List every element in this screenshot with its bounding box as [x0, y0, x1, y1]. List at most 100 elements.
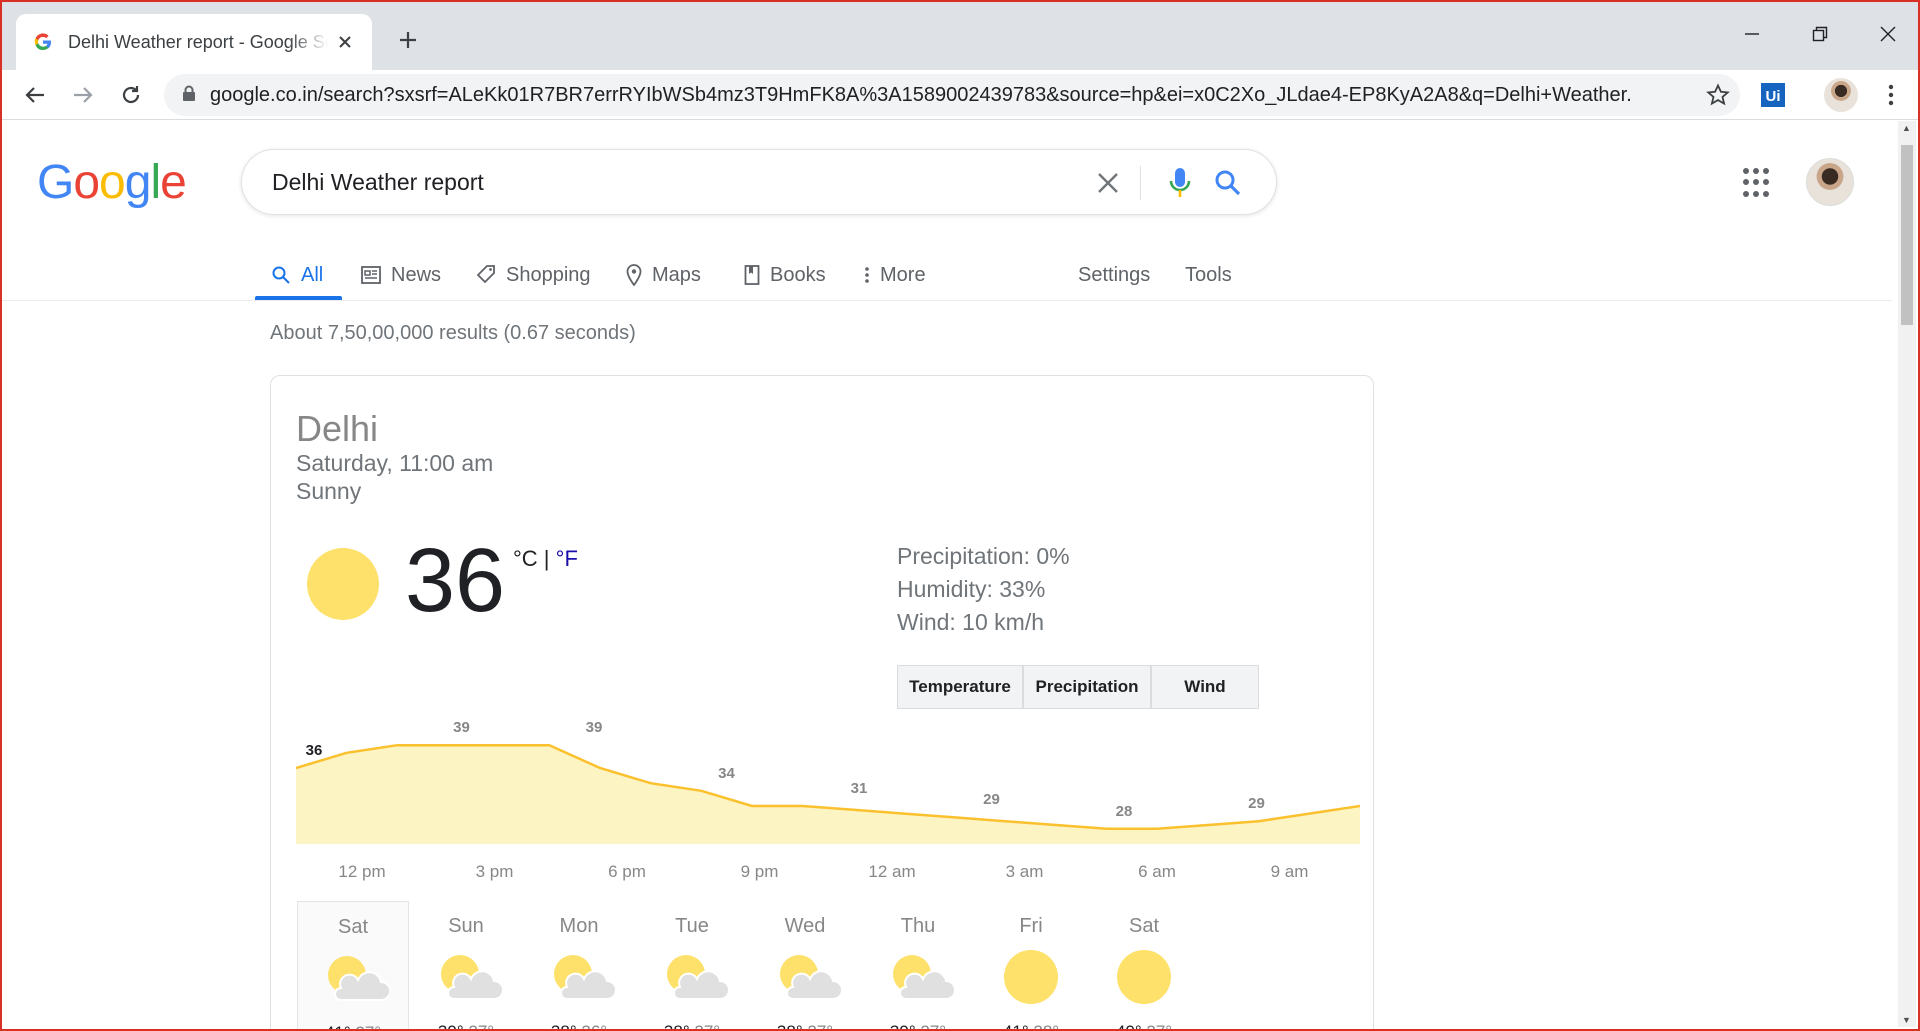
browser-tab[interactable]: Delhi Weather report - Google Search: [16, 14, 372, 70]
wind-button[interactable]: Wind: [1151, 665, 1259, 709]
temperature-label: 39: [585, 719, 603, 737]
forecast-temps: 38° 27°: [636, 1022, 748, 1031]
forecast-low: 28°: [1033, 1022, 1059, 1031]
celsius-unit[interactable]: °C: [513, 546, 538, 571]
back-button[interactable]: [16, 76, 54, 114]
forecast-low: 27°: [920, 1022, 946, 1031]
scrollbar-thumb[interactable]: [1901, 145, 1913, 325]
browser-toolbar: google.co.in/search?sxsrf=ALeKk01R7BR7er…: [2, 70, 1918, 120]
forecast-day[interactable]: Sun 39° 27°: [410, 901, 522, 1031]
forecast-icon: [298, 943, 408, 1013]
forecast-day-name: Sat: [1128, 915, 1160, 937]
hour-label: 12 am: [868, 862, 916, 881]
forecast-icon: [636, 942, 748, 1012]
header-divider: [2, 300, 1892, 301]
forward-button[interactable]: [64, 76, 102, 114]
forecast-high: 38°: [551, 1022, 577, 1031]
temperature-button[interactable]: Temperature: [897, 665, 1023, 709]
forecast-temps: 38° 27°: [749, 1022, 861, 1031]
fahrenheit-unit[interactable]: °F: [556, 546, 578, 571]
browser-tab-strip: Delhi Weather report - Google Search: [2, 2, 1918, 70]
account-avatar[interactable]: [1806, 158, 1854, 206]
google-favicon-icon: [32, 31, 54, 53]
google-apps-icon[interactable]: [1743, 168, 1773, 198]
weather-location: Delhi: [296, 408, 379, 449]
forecast-temps: 41° 27°: [298, 1023, 408, 1031]
forecast-high: 41°: [325, 1023, 351, 1031]
weather-time: Saturday, 11:00 am: [296, 450, 494, 476]
voice-search-icon[interactable]: [1164, 167, 1196, 199]
partly-cloudy-icon: [441, 955, 502, 1000]
new-tab-button[interactable]: [392, 24, 424, 56]
partly-cloudy-icon: [893, 955, 954, 1000]
forecast-icon: [975, 942, 1087, 1012]
tools-link[interactable]: Tools: [1185, 250, 1232, 300]
forecast-low: 26°: [581, 1022, 607, 1031]
temperature-label: 29: [983, 791, 1000, 809]
close-tab-icon[interactable]: [334, 31, 356, 53]
precipitation-button[interactable]: Precipitation: [1023, 665, 1151, 709]
hour-label: 9 pm: [740, 862, 779, 881]
url-text: google.co.in/search?sxsrf=ALeKk01R7BR7er…: [210, 83, 1630, 106]
news-icon: [361, 266, 381, 284]
address-bar[interactable]: google.co.in/search?sxsrf=ALeKk01R7BR7er…: [164, 74, 1740, 116]
tab-news[interactable]: News: [361, 250, 441, 300]
tab-all[interactable]: All: [271, 250, 323, 300]
search-icon[interactable]: [1212, 167, 1244, 199]
forecast-day-name: Fri: [1019, 915, 1043, 937]
close-window-button[interactable]: [1860, 16, 1916, 52]
chart-mode-buttons: Temperature Precipitation Wind: [897, 665, 1259, 709]
profile-avatar[interactable]: [1824, 78, 1858, 112]
menu-kebab-icon[interactable]: [1876, 80, 1906, 110]
search-box: [241, 149, 1277, 215]
hour-label: 6 am: [1138, 862, 1176, 881]
hour-label: 9 am: [1270, 862, 1309, 881]
sunny-icon: [307, 548, 379, 620]
tab-books[interactable]: Books: [744, 250, 826, 300]
partly-cloudy-icon: [328, 956, 389, 1001]
unit-switch: °C | °F: [513, 546, 578, 572]
extension-ui-icon[interactable]: Ui: [1758, 80, 1788, 110]
unit-separator: |: [537, 546, 556, 571]
forecast-day-name: Sat: [337, 916, 369, 938]
tab-shopping[interactable]: Shopping: [476, 250, 591, 300]
temperature-label: 34: [718, 764, 735, 782]
hour-label: 3 am: [1005, 862, 1044, 881]
forecast-high: 38°: [664, 1022, 690, 1031]
forecast-icon: [523, 942, 635, 1012]
book-icon: [744, 265, 760, 285]
weather-condition: Sunny: [296, 478, 362, 504]
page-scrollbar[interactable]: ▲ ▼: [1898, 121, 1916, 1027]
hour-label: 3 pm: [475, 862, 514, 881]
sunny-icon: [1004, 950, 1058, 1004]
forecast-day[interactable]: Thu 39° 27°: [862, 901, 974, 1031]
scroll-down-icon[interactable]: ▼: [1902, 1015, 1911, 1025]
temperature-label: 28: [1115, 802, 1133, 820]
weather-card: Delhi Saturday, 11:00 am Sunny 36 °C | °…: [270, 375, 1374, 1031]
settings-link[interactable]: Settings: [1078, 250, 1150, 300]
clear-search-icon[interactable]: [1092, 167, 1124, 199]
search-divider: [1140, 166, 1141, 200]
forecast-day[interactable]: Sat 40° 27°: [1088, 901, 1200, 1031]
humidity-value: Humidity: 33%: [897, 576, 1046, 602]
forecast-day[interactable]: Mon 38° 26°: [523, 901, 635, 1031]
forecast-day[interactable]: Sat 41° 27°: [297, 901, 409, 1031]
forecast-day-name: Thu: [900, 915, 936, 937]
forecast-day[interactable]: Tue 38° 27°: [636, 901, 748, 1031]
current-temperature: 36: [405, 531, 506, 631]
temperature-label: 29: [1248, 795, 1265, 813]
google-logo[interactable]: Google: [37, 155, 187, 210]
tab-more[interactable]: More: [864, 250, 926, 300]
tab-maps[interactable]: Maps: [626, 250, 701, 300]
map-pin-icon: [626, 264, 642, 286]
scroll-up-icon[interactable]: ▲: [1902, 123, 1911, 133]
forecast-day[interactable]: Wed 38° 27°: [749, 901, 861, 1031]
reload-button[interactable]: [112, 76, 150, 114]
forecast-day-name: Tue: [675, 915, 709, 937]
restore-button[interactable]: [1792, 16, 1848, 52]
minimize-button[interactable]: [1724, 16, 1780, 52]
forecast-day[interactable]: Fri 41° 28°: [975, 901, 1087, 1031]
search-input[interactable]: [272, 168, 1052, 196]
more-vert-icon: [864, 266, 870, 284]
bookmark-star-icon[interactable]: [1706, 83, 1730, 112]
